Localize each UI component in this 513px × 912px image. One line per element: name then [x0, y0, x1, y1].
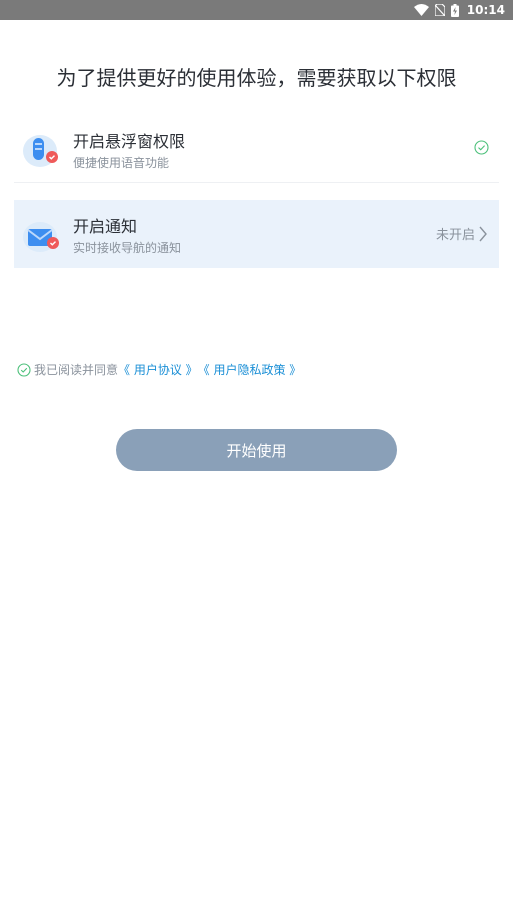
permission-title: 开启悬浮窗权限: [73, 132, 186, 151]
permission-title: 开启通知: [73, 217, 138, 236]
status-bar: 10:14: [0, 0, 513, 20]
agreement-text: 我已阅读并同意: [34, 363, 119, 377]
notification-envelope-icon: [20, 212, 64, 256]
permission-status-text: 未开启: [435, 228, 475, 243]
agreement-line: 我已阅读并同意 《 用户协议 》 《 用户隐私政策 》: [17, 361, 301, 378]
user-agreement-link[interactable]: 《 用户协议 》: [118, 361, 198, 378]
agreement-checkbox[interactable]: [17, 362, 31, 377]
permission-description: 实时接收导航的通知: [73, 241, 182, 255]
wifi-icon: [413, 4, 429, 16]
floating-window-icon: [20, 127, 64, 171]
battery-charging-icon: [450, 3, 459, 17]
permission-row-floating-window[interactable]: 开启悬浮窗权限 便捷使用语音功能: [14, 115, 499, 183]
start-button[interactable]: 开始使用: [116, 429, 397, 471]
no-sim-icon: [434, 4, 445, 16]
page-title: 为了提供更好的使用体验，需要获取以下权限: [56, 66, 457, 90]
status-time: 10:14: [466, 3, 505, 17]
check-circle-icon: [474, 140, 489, 155]
permission-row-notification[interactable]: 开启通知 实时接收导航的通知 未开启: [14, 200, 499, 268]
check-circle-icon: [17, 362, 31, 377]
privacy-policy-link[interactable]: 《 用户隐私政策 》: [198, 361, 302, 378]
chevron-right-icon: [479, 226, 487, 242]
permission-status[interactable]: 未开启: [436, 224, 487, 243]
permission-description: 便捷使用语音功能: [73, 156, 170, 170]
